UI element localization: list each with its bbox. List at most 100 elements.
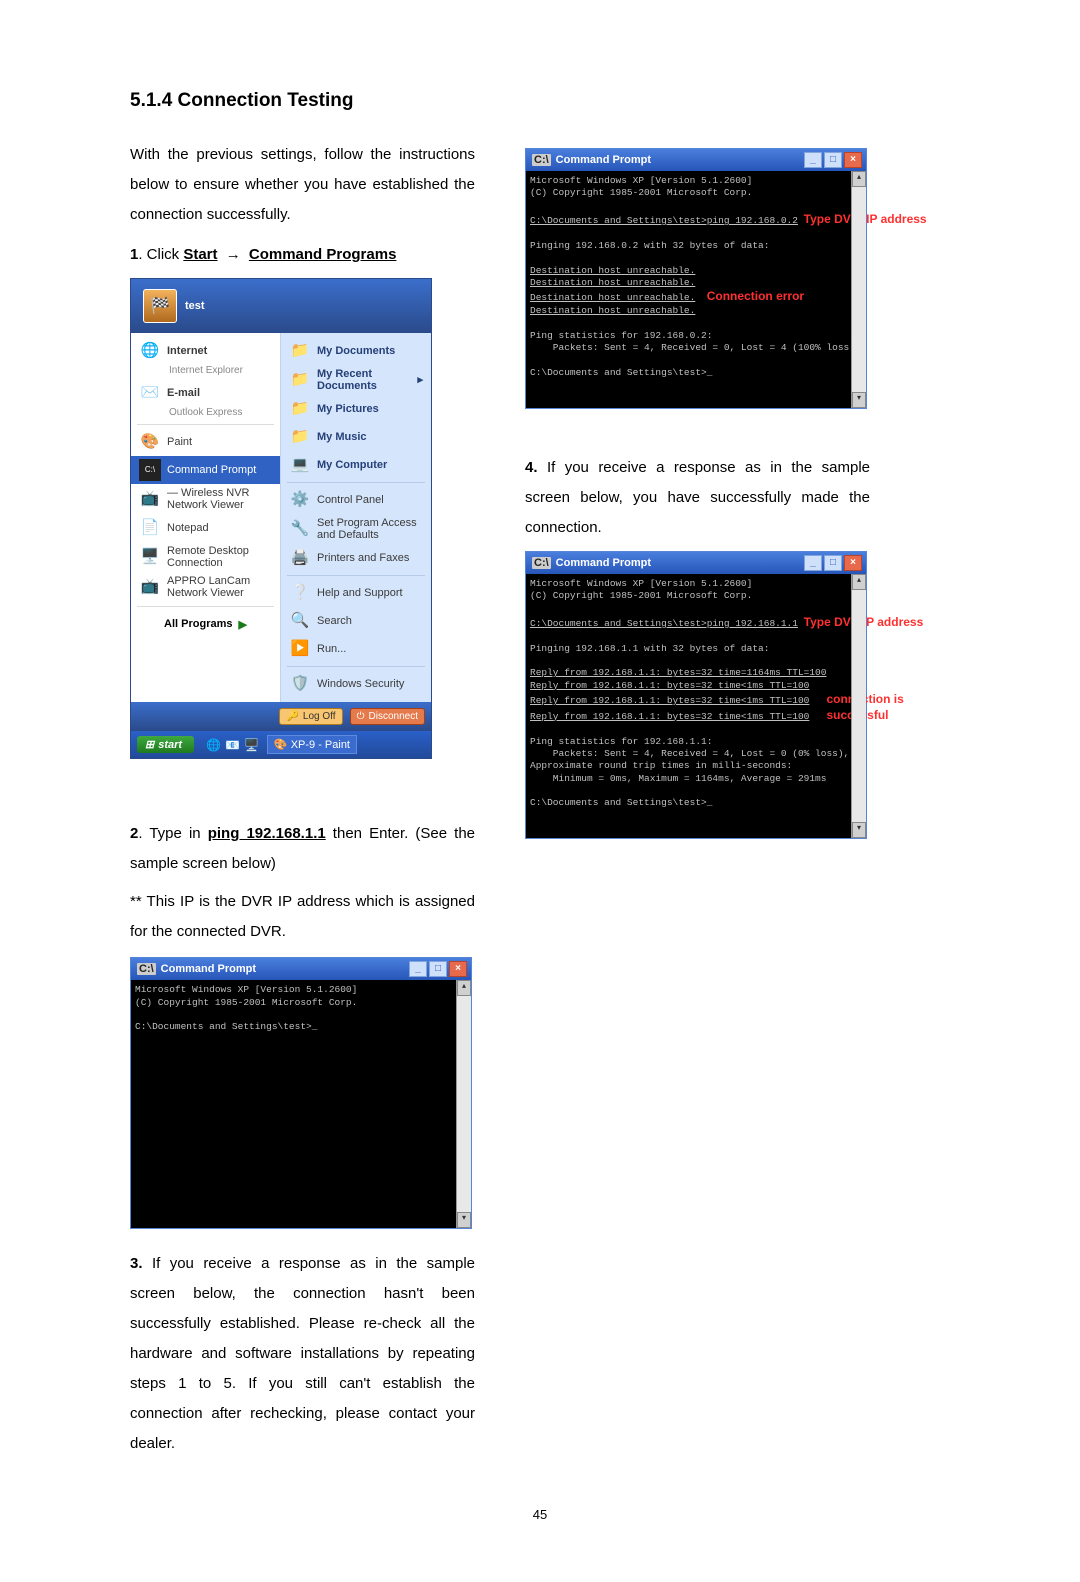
chevron-right-icon: ▸ bbox=[417, 374, 423, 386]
folder-icon: 📁 bbox=[289, 340, 311, 362]
internet-item[interactable]: 🌐Internet bbox=[131, 337, 280, 365]
minimize-button[interactable]: _ bbox=[409, 961, 427, 977]
folder-icon: 📁 bbox=[289, 398, 311, 420]
taskbar-app[interactable]: 🎨 XP-9 - Paint bbox=[267, 735, 357, 754]
cmd-line: Destination host unreachable. bbox=[530, 277, 695, 288]
cmd-titlebar: C:\ Command Prompt _ □ × bbox=[131, 958, 471, 980]
step-4-num: 4. bbox=[525, 459, 538, 476]
printers-item[interactable]: 🖨️Printers and Faxes bbox=[281, 544, 431, 572]
minimize-button[interactable]: _ bbox=[804, 555, 822, 571]
cmd-line: Microsoft Windows XP [Version 5.1.2600] bbox=[530, 578, 752, 589]
mydocs-item[interactable]: 📁My Documents bbox=[281, 337, 431, 365]
start-menu-right-pane: 📁My Documents 📁My Recent Documents ▸ 📁My… bbox=[280, 333, 431, 702]
cmd-icon: C:\ bbox=[139, 459, 161, 481]
quick-launch: 🌐 📧 🖥️ bbox=[206, 738, 259, 752]
appro-icon: 📺 bbox=[139, 576, 161, 598]
start-button[interactable]: ⊞start bbox=[137, 736, 194, 753]
search-icon: 🔍 bbox=[289, 610, 311, 632]
scroll-down-icon[interactable]: ▾ bbox=[852, 392, 866, 408]
cmd-line: (C) Copyright 1985-2001 Microsoft Corp. bbox=[530, 187, 752, 198]
command-prompt-item[interactable]: C:\ Command Prompt bbox=[131, 456, 280, 484]
email-item[interactable]: ✉️ E-mail bbox=[131, 379, 280, 407]
cmd-line: Microsoft Windows XP [Version 5.1.2600] bbox=[135, 984, 357, 995]
cmd-line: Microsoft Windows XP [Version 5.1.2600] bbox=[530, 175, 752, 186]
help-item[interactable]: ❔Help and Support bbox=[281, 579, 431, 607]
ql-icon[interactable]: 🌐 bbox=[206, 738, 221, 752]
search-item[interactable]: 🔍Search bbox=[281, 607, 431, 635]
rdc-item[interactable]: 🖥️Remote Desktop Connection bbox=[131, 542, 280, 572]
cmd-line: Packets: Sent = 4, Received = 0, Lost = … bbox=[530, 342, 861, 353]
comp-item[interactable]: 💻 My Computer bbox=[281, 451, 431, 479]
maximize-button[interactable]: □ bbox=[824, 555, 842, 571]
maximize-button[interactable]: □ bbox=[824, 152, 842, 168]
cmd-title-icon: C:\ bbox=[532, 557, 551, 569]
cmd-window-1: C:\ Command Prompt _ □ × Microsoft Windo… bbox=[130, 957, 472, 1229]
logoff-label: Log Off bbox=[303, 711, 336, 722]
computer-icon: 💻 bbox=[289, 454, 311, 476]
notepad-label: Notepad bbox=[167, 522, 209, 534]
step-2-pre: . Type in bbox=[138, 825, 207, 842]
scroll-up-icon[interactable]: ▴ bbox=[457, 980, 471, 996]
outlook-icon: ✉️ bbox=[139, 382, 161, 404]
cmd-title: Command Prompt bbox=[556, 557, 804, 569]
scroll-down-icon[interactable]: ▾ bbox=[852, 822, 866, 838]
step-2: 2. Type in ping 192.168.1.1 then Enter. … bbox=[130, 819, 475, 879]
cmd-line: Destination host unreachable. bbox=[530, 265, 695, 276]
music-label: My Music bbox=[317, 431, 367, 443]
cmd-title: Command Prompt bbox=[161, 963, 409, 975]
cmd-line: Reply from 192.168.1.1: bytes=32 time=11… bbox=[530, 667, 826, 678]
ctrl-item[interactable]: ⚙️Control Panel bbox=[281, 486, 431, 514]
internet-label: Internet bbox=[167, 345, 207, 357]
scrollbar[interactable]: ▴▾ bbox=[851, 574, 866, 839]
paint-item[interactable]: 🎨Paint bbox=[131, 428, 280, 456]
cmd-window-success: C:\ Command Prompt _ □ × Microsoft Windo… bbox=[525, 551, 867, 840]
disconnect-button[interactable]: ⏻Disconnect bbox=[350, 708, 425, 725]
user-avatar-icon: 🏁 bbox=[143, 289, 177, 323]
cmd-line: (C) Copyright 1985-2001 Microsoft Corp. bbox=[530, 590, 752, 601]
cmd-titlebar: C:\ Command Prompt _ □ × bbox=[526, 552, 866, 574]
recent-item[interactable]: 📁My Recent Documents ▸ bbox=[281, 365, 431, 395]
intro-paragraph: With the previous settings, follow the i… bbox=[130, 140, 475, 230]
setprog-label: Set Program Access and Defaults bbox=[317, 517, 423, 541]
cmd-label: Command Prompt bbox=[167, 464, 256, 476]
cmd-line: Packets: Sent = 4, Received = 4, Lost = … bbox=[530, 748, 849, 759]
scroll-down-icon[interactable]: ▾ bbox=[457, 1212, 471, 1228]
cmd-title-icon: C:\ bbox=[532, 154, 551, 166]
scrollbar[interactable]: ▴▾ bbox=[851, 171, 866, 408]
cmd-line: C:\Documents and Settings\test>ping 192.… bbox=[530, 618, 798, 629]
logoff-button[interactable]: 🔑 Log Off bbox=[279, 708, 342, 725]
paint-task-icon: 🎨 bbox=[274, 739, 288, 751]
scroll-up-icon[interactable]: ▴ bbox=[852, 171, 866, 187]
scrollbar[interactable]: ▴▾ bbox=[456, 980, 471, 1228]
email-label: E-mail bbox=[167, 387, 200, 399]
winsec-item[interactable]: 🛡️Windows Security bbox=[281, 670, 431, 698]
maximize-button[interactable]: □ bbox=[429, 961, 447, 977]
taskbar: ⊞start 🌐 📧 🖥️ 🎨 XP-9 - Paint bbox=[131, 731, 431, 758]
all-programs-item[interactable]: All Programs ▶ bbox=[131, 610, 280, 639]
logoff-icon: 🔑 bbox=[286, 711, 298, 722]
close-button[interactable]: × bbox=[844, 152, 862, 168]
minimize-button[interactable]: _ bbox=[804, 152, 822, 168]
close-button[interactable]: × bbox=[449, 961, 467, 977]
cmd-line: Destination host unreachable. bbox=[530, 305, 695, 316]
step-1: 1. Click Start → Command Programs bbox=[130, 240, 475, 270]
comp-label: My Computer bbox=[317, 459, 387, 471]
control-panel-icon: ⚙️ bbox=[289, 489, 311, 511]
email-sub: Outlook Express bbox=[131, 404, 280, 421]
scroll-up-icon[interactable]: ▴ bbox=[852, 574, 866, 590]
cmd-line: Ping statistics for 192.168.0.2: bbox=[530, 330, 712, 341]
notepad-item[interactable]: 📄Notepad bbox=[131, 514, 280, 542]
close-button[interactable]: × bbox=[844, 555, 862, 571]
run-item[interactable]: ▶️Run... bbox=[281, 635, 431, 663]
music-item[interactable]: 📁My Music bbox=[281, 423, 431, 451]
appro-item[interactable]: 📺APPRO LanCam Network Viewer bbox=[131, 572, 280, 602]
setprog-item[interactable]: 🔧Set Program Access and Defaults bbox=[281, 514, 431, 544]
nvr-item[interactable]: 📺— Wireless NVR Network Viewer bbox=[131, 484, 280, 514]
ql-icon[interactable]: 🖥️ bbox=[244, 738, 259, 752]
nvr-icon: 📺 bbox=[139, 488, 161, 510]
cmd-line: Destination host unreachable. bbox=[530, 292, 695, 303]
taskbar-app-label: XP-9 - Paint bbox=[291, 739, 350, 751]
pics-item[interactable]: 📁My Pictures bbox=[281, 395, 431, 423]
ql-icon[interactable]: 📧 bbox=[225, 738, 240, 752]
cmd-line: Minimum = 0ms, Maximum = 1164ms, Average… bbox=[530, 773, 826, 784]
